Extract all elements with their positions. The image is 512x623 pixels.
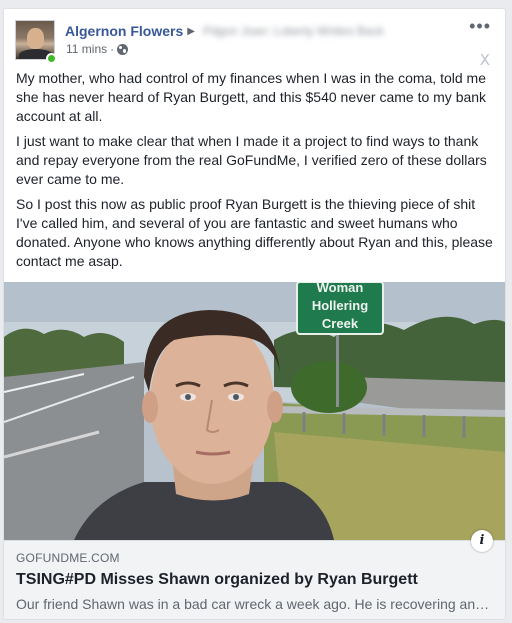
post-card: Algernon Flowers ▶ Pdgon Joan: Loberty W… [3,8,506,620]
post-paragraph: I just want to make clear that when I ma… [16,133,487,187]
sign-line-3: Creek [322,316,359,331]
post-header: Algernon Flowers ▶ Pdgon Joan: Loberty W… [15,16,495,69]
post-paragraph: My mother, who had control of my finance… [16,70,487,124]
author-avatar[interactable] [15,20,57,64]
post-timestamp[interactable]: 11 mins [66,42,107,56]
group-name[interactable]: Pdgon Joan: Loberty Wnites Back [203,24,384,38]
info-icon[interactable]: i [471,530,493,552]
link-preview-image[interactable]: Woman Hollering Creek [4,282,505,540]
more-options-icon[interactable]: ••• [469,16,491,37]
link-domain: GOFUNDME.COM [16,551,120,565]
close-icon[interactable]: X [480,51,490,69]
avatar-face [27,28,44,49]
author-line: Algernon Flowers ▶ Pdgon Joan: Loberty W… [65,22,384,40]
author-name[interactable]: Algernon Flowers [65,23,183,39]
post-message: My mother, who had control of my finance… [16,69,495,277]
online-status-icon [46,53,57,64]
globe-icon[interactable] [117,43,129,55]
link-preview[interactable]: GOFUNDME.COM TSING#PD Misses Shawn organ… [4,540,505,619]
separator-dot: · [110,42,115,56]
post-paragraph: So I post this now as public proof Ryan … [16,196,493,269]
triangle-right-icon: ▶ [187,25,195,37]
link-description: Our friend Shawn was in a bad car wreck … [16,596,494,612]
sign-line-2: Hollering [312,298,368,313]
post-meta: 11 mins · [66,42,129,56]
link-title[interactable]: TSING#PD Misses Shawn organized by Ryan … [16,571,418,589]
selfie-photo: Woman Hollering Creek [4,282,505,540]
sign-line-1: Woman [317,282,364,295]
